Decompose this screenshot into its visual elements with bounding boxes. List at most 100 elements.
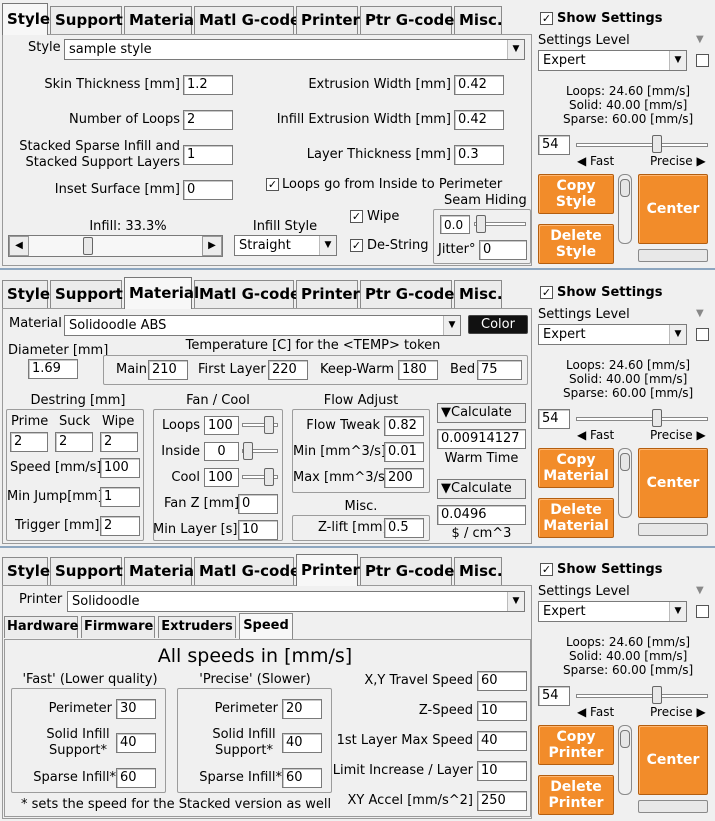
extra-checkbox[interactable] — [696, 328, 709, 341]
precise-perimeter-field[interactable]: 20 — [282, 699, 322, 719]
destring-speed-field[interactable]: 100 — [100, 458, 140, 478]
style-select[interactable]: sample style ▼ — [64, 39, 525, 60]
precise-solid-field[interactable]: 40 — [282, 733, 322, 753]
tab-misc[interactable]: Misc. — [454, 557, 503, 585]
speed-slider-thumb[interactable] — [651, 135, 662, 153]
fast-sparse-field[interactable]: 60 — [116, 768, 156, 788]
fan-z-field[interactable]: 0 — [238, 494, 278, 514]
tab-material[interactable]: Material — [124, 277, 199, 309]
prime-field[interactable]: 2 — [10, 432, 48, 452]
jitter-field[interactable]: 0 — [479, 240, 527, 260]
calculate-warm-button[interactable]: ▼Calculate — [437, 403, 526, 423]
tab-ptr-gcode[interactable]: Ptr G-code — [360, 557, 454, 585]
scroll-left-icon[interactable]: ◀ — [9, 236, 29, 256]
seam-slider-thumb[interactable] — [476, 215, 486, 233]
copy-printer-button[interactable]: Copy Printer — [538, 725, 614, 765]
copy-style-button[interactable]: Copy Style — [538, 174, 614, 214]
seam-value-field[interactable]: 0.0 — [440, 215, 470, 234]
bed-temp-field[interactable]: 75 — [477, 360, 522, 380]
subtab-hardware[interactable]: Hardware — [4, 616, 78, 638]
scroll-right-icon[interactable]: ▶ — [202, 236, 222, 256]
precise-sparse-field[interactable]: 60 — [282, 768, 322, 788]
wipe-amount-field[interactable]: 2 — [100, 432, 138, 452]
z-speed-field[interactable]: 10 — [477, 701, 527, 721]
tab-support[interactable]: Support — [50, 280, 123, 308]
min-flow-field[interactable]: 0.01 — [384, 442, 424, 462]
extrusion-width-field[interactable]: 0.42 — [454, 75, 504, 95]
fast-perimeter-field[interactable]: 30 — [116, 699, 156, 719]
skin-thickness-field[interactable]: 1.2 — [183, 75, 233, 95]
collapse-arrow-icon[interactable]: ▼ — [696, 585, 704, 596]
tab-style[interactable]: Style — [2, 3, 50, 35]
tab-ptr-gcode[interactable]: Ptr G-code — [360, 6, 454, 34]
tab-matl-gcode[interactable]: Matl G-code — [194, 6, 300, 34]
center-button[interactable]: Center — [638, 174, 708, 244]
speed-value-field[interactable]: 54 — [538, 686, 570, 706]
warm-time-field[interactable]: 0.00914127 — [437, 429, 526, 449]
flow-tweak-field[interactable]: 0.82 — [384, 416, 424, 436]
tab-printer[interactable]: Printer — [296, 280, 360, 308]
fan-cool-thumb[interactable] — [264, 468, 274, 486]
first-layer-temp-field[interactable]: 220 — [268, 360, 308, 380]
vertical-scroll-thumb[interactable] — [620, 453, 630, 471]
settings-level-select[interactable]: Expert ▼ — [538, 601, 687, 622]
tab-style[interactable]: Style — [2, 557, 50, 585]
tab-misc[interactable]: Misc. — [454, 280, 503, 308]
subtab-extruders[interactable]: Extruders — [158, 616, 236, 638]
tab-support[interactable]: Support — [50, 6, 123, 34]
subtab-firmware[interactable]: Firmware — [81, 616, 155, 638]
tab-printer[interactable]: Printer — [296, 6, 360, 34]
bottom-handle[interactable] — [638, 523, 708, 536]
tab-printer[interactable]: Printer — [296, 554, 360, 586]
wipe-checkbox[interactable]: ✓ — [350, 210, 363, 223]
printer-select[interactable]: Solidoodle ▼ — [67, 591, 525, 612]
min-jump-field[interactable]: 1 — [100, 487, 140, 507]
inset-field[interactable]: 0 — [183, 180, 233, 200]
extra-checkbox[interactable] — [696, 605, 709, 618]
collapse-arrow-icon[interactable]: ▼ — [696, 34, 704, 45]
max-flow-field[interactable]: 200 — [384, 468, 424, 488]
speed-value-field[interactable]: 54 — [538, 409, 570, 429]
bottom-handle[interactable] — [638, 800, 708, 813]
keep-warm-field[interactable]: 180 — [398, 360, 438, 380]
fan-cool-field[interactable]: 100 — [204, 468, 239, 487]
fan-inside-field[interactable]: 0 — [204, 442, 239, 461]
main-temp-field[interactable]: 210 — [148, 360, 188, 380]
subtab-speed[interactable]: Speed — [239, 613, 293, 639]
tab-matl-gcode[interactable]: Matl G-code — [194, 280, 300, 308]
xy-travel-field[interactable]: 60 — [477, 671, 527, 691]
vertical-scrollbar[interactable] — [618, 448, 632, 518]
calculate-cost-button[interactable]: ▼Calculate — [437, 479, 526, 499]
show-settings-checkbox[interactable]: ✓ — [540, 286, 553, 299]
loops-field[interactable]: 2 — [183, 110, 233, 130]
tab-ptr-gcode[interactable]: Ptr G-code — [360, 280, 454, 308]
limit-increase-field[interactable]: 10 — [477, 761, 527, 781]
xy-accel-field[interactable]: 250 — [477, 791, 527, 811]
speed-slider[interactable] — [576, 694, 708, 698]
bottom-handle[interactable] — [638, 249, 708, 262]
first-layer-speed-field[interactable]: 40 — [477, 731, 527, 751]
infill-style-select[interactable]: Straight ▼ — [234, 235, 337, 256]
settings-level-select[interactable]: Expert ▼ — [538, 50, 687, 71]
copy-material-button[interactable]: Copy Material — [538, 448, 614, 488]
tab-material[interactable]: Material — [124, 6, 199, 34]
tab-matl-gcode[interactable]: Matl G-code — [194, 557, 300, 585]
layer-thickness-field[interactable]: 0.3 — [454, 145, 504, 165]
vertical-scrollbar[interactable] — [618, 174, 632, 244]
trigger-field[interactable]: 2 — [100, 516, 140, 536]
delete-printer-button[interactable]: Delete Printer — [538, 775, 614, 815]
inside-perimeter-checkbox[interactable]: ✓ — [266, 178, 279, 191]
tab-style[interactable]: Style — [2, 280, 50, 308]
infill-scroll-thumb[interactable] — [83, 237, 94, 255]
stacked-field[interactable]: 1 — [183, 145, 233, 165]
diameter-field[interactable]: 1.69 — [28, 359, 78, 379]
speed-slider-thumb[interactable] — [651, 686, 662, 704]
fan-inside-thumb[interactable] — [243, 442, 253, 460]
extra-checkbox[interactable] — [696, 54, 709, 67]
vertical-scroll-thumb[interactable] — [620, 730, 630, 748]
cost-field[interactable]: 0.0496 — [437, 505, 526, 525]
tab-material[interactable]: Material — [124, 557, 199, 585]
speed-value-field[interactable]: 54 — [538, 135, 570, 155]
settings-level-select[interactable]: Expert ▼ — [538, 324, 687, 345]
speed-slider[interactable] — [576, 417, 708, 421]
